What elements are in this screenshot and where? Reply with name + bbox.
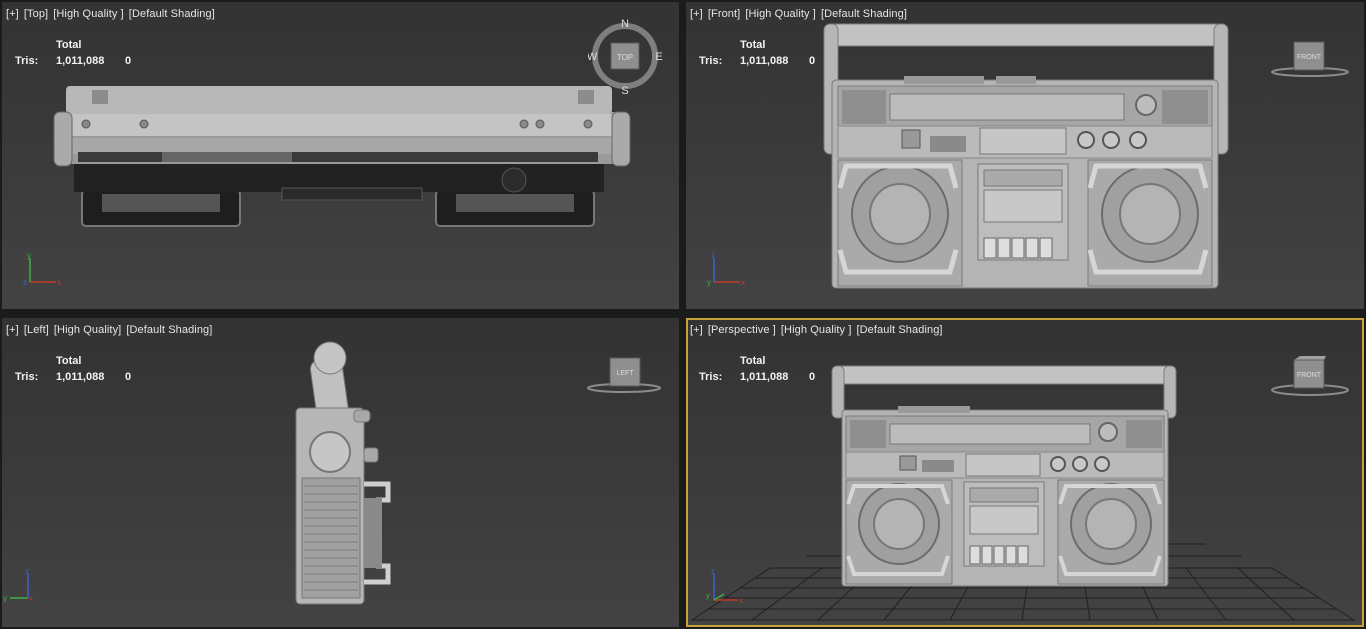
viewcube-face-label[interactable]: LEFT	[616, 370, 634, 377]
viewcube-compass[interactable]: TOP N S E W	[588, 16, 668, 100]
compass-east: E	[655, 51, 662, 63]
svg-text:z: z	[711, 252, 715, 260]
boombox-model-top-view[interactable]	[2, 2, 679, 309]
svg-text:x: x	[29, 594, 33, 603]
viewcube[interactable]: FRONT	[1270, 354, 1356, 402]
svg-text:y: y	[27, 252, 31, 260]
svg-text:y: y	[707, 278, 711, 287]
svg-text:y: y	[706, 591, 710, 600]
viewport-front[interactable]: [+] [Front] [High Quality ] [Default Shadin…	[686, 2, 1364, 309]
svg-text:y: y	[3, 594, 7, 603]
axis-tripod-icon: x y z	[23, 252, 61, 287]
viewcube[interactable]: FRONT	[1270, 38, 1356, 82]
svg-text:x: x	[57, 278, 61, 287]
viewcube-face-label[interactable]: FRONT	[1297, 372, 1322, 379]
svg-text:z: z	[711, 568, 715, 576]
compass-north: N	[621, 18, 629, 30]
boombox-model-perspective-view[interactable]	[686, 318, 1364, 627]
viewcube-face-label[interactable]: TOP	[617, 53, 633, 62]
svg-text:z: z	[25, 568, 29, 576]
viewport-perspective[interactable]: [+] [Perspective ] [High Quality ] [Default…	[686, 318, 1364, 627]
compass-west: W	[588, 51, 598, 63]
boombox-model-front-view[interactable]	[686, 2, 1364, 309]
compass-south: S	[621, 85, 628, 97]
viewcube-face-label[interactable]: FRONT	[1297, 54, 1322, 61]
viewport-top[interactable]: [+] [Top] [High Quality ] [Default Shading]…	[2, 2, 679, 309]
boombox-model-left-view[interactable]	[2, 318, 679, 627]
viewport-left[interactable]: [+] [Left] [High Quality] [Default Shading]…	[2, 318, 679, 627]
viewcube[interactable]: LEFT	[586, 354, 672, 398]
svg-text:x: x	[739, 596, 743, 605]
axis-tripod-icon: x z y	[707, 252, 745, 287]
svg-text:x: x	[741, 278, 745, 287]
axis-tripod-icon: y z x	[3, 568, 33, 603]
axis-tripod-icon: x z y	[706, 568, 743, 605]
svg-text:z: z	[23, 278, 27, 287]
